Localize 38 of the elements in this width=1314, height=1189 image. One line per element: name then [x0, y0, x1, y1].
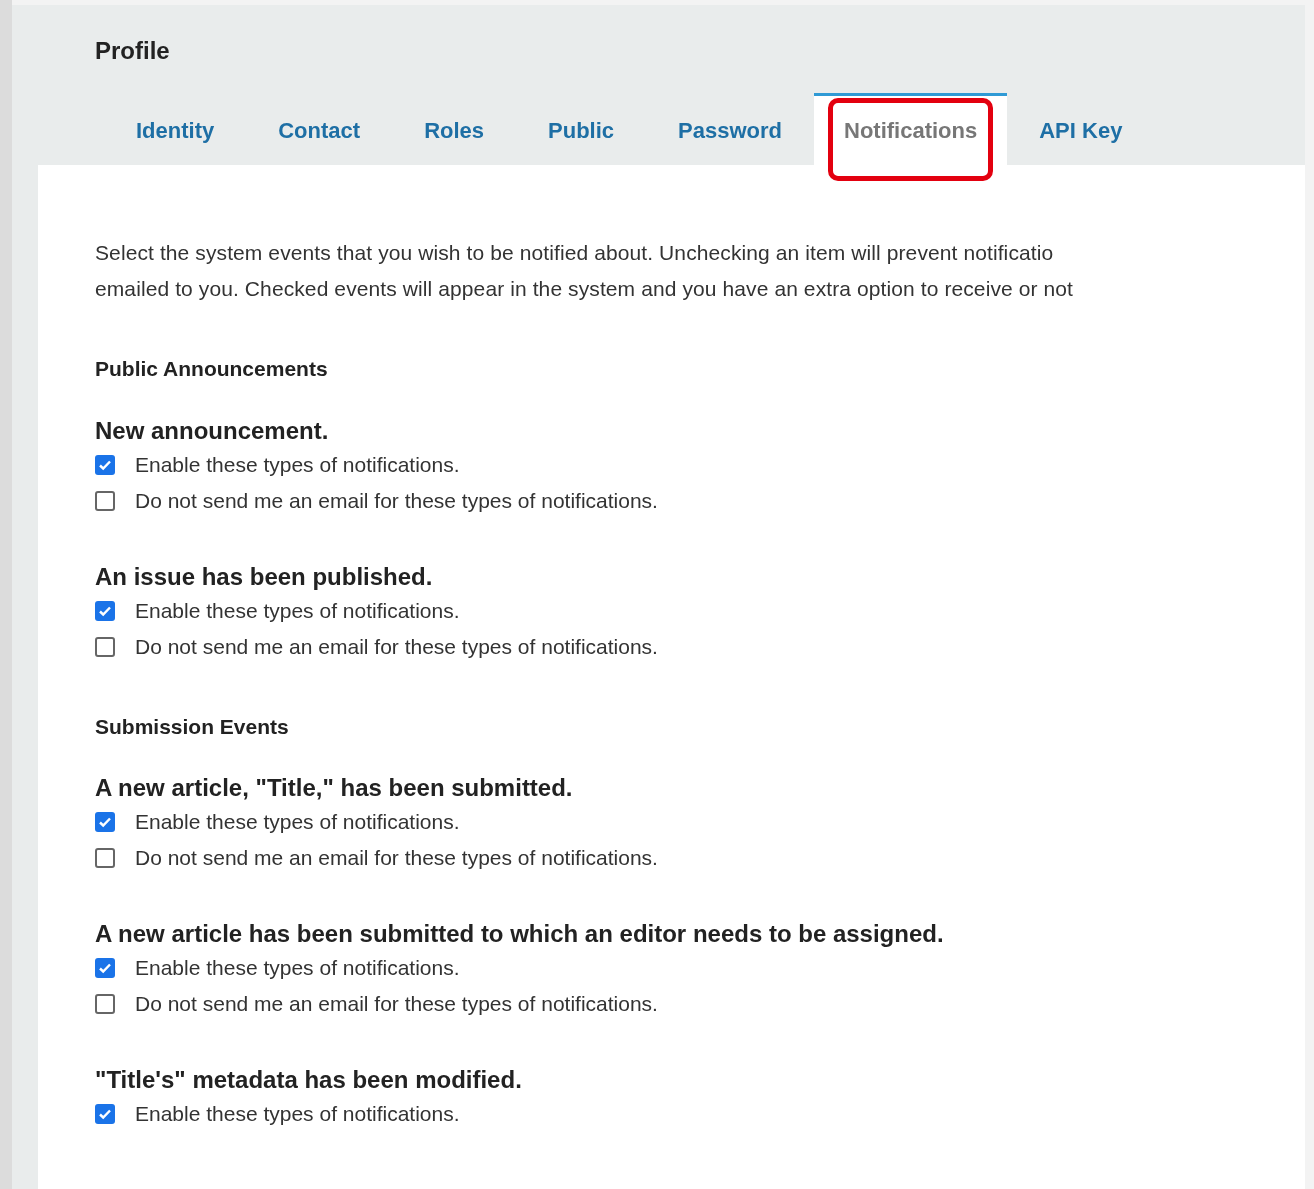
- intro-text: emailed to you. Checked events will appear in the system and you have an extra option to receive or not: [95, 276, 1074, 302]
- checkmark-icon: [98, 815, 112, 829]
- checkbox[interactable]: [95, 454, 115, 475]
- checkbox-label: Enable these types of notifications.: [135, 955, 460, 982]
- tab[interactable]: Public: [516, 93, 647, 165]
- checkbox[interactable]: [95, 1104, 115, 1124]
- intro-text: Select the system events that you wish to be notified about. Unchecking an item will prevent notificatio: [95, 240, 1054, 266]
- checkbox[interactable]: [95, 958, 115, 978]
- checkbox-label: Enable these types of notifications.: [135, 597, 460, 624]
- checkbox[interactable]: [95, 812, 115, 832]
- checkbox-label: Enable these types of notifications.: [135, 809, 460, 836]
- checkmark-icon: [98, 1107, 112, 1121]
- section-heading: Submission Events: [95, 713, 289, 740]
- event-title: A new article has been submitted to which an editor needs to be assigned.: [95, 919, 944, 949]
- event-title: "Title's" metadata has been modified.: [95, 1065, 522, 1095]
- event-title: New announcement.: [95, 415, 329, 446]
- tab[interactable]: Notifications: [814, 93, 1008, 165]
- tab[interactable]: Identity: [104, 93, 247, 165]
- checkbox-label: Enable these types of notifications.: [135, 1101, 460, 1128]
- checkbox-label: Do not send me an email for these types of notifications.: [135, 487, 658, 514]
- page-title: Profile: [95, 36, 170, 66]
- event-title: An issue has been published.: [95, 561, 433, 592]
- tab[interactable]: API Key: [1007, 93, 1155, 165]
- checkbox[interactable]: [95, 600, 115, 621]
- tab[interactable]: Password: [646, 93, 814, 165]
- checkbox[interactable]: [95, 848, 115, 868]
- checkbox-label: Enable these types of notifications.: [135, 451, 460, 478]
- checkmark-icon: [98, 961, 112, 975]
- tab[interactable]: Contact: [246, 93, 393, 165]
- checkbox-label: Do not send me an email for these types of notifications.: [135, 633, 658, 660]
- section-heading: Public Announcements: [95, 356, 328, 382]
- checkbox[interactable]: [95, 994, 115, 1014]
- event-title: A new article, "Title," has been submitted.: [95, 773, 573, 803]
- checkbox-label: Do not send me an email for these types of notifications.: [135, 845, 658, 872]
- tab[interactable]: Roles: [392, 93, 517, 165]
- checkbox[interactable]: [95, 490, 115, 511]
- checkbox-label: Do not send me an email for these types of notifications.: [135, 991, 658, 1018]
- checkbox[interactable]: [95, 636, 115, 657]
